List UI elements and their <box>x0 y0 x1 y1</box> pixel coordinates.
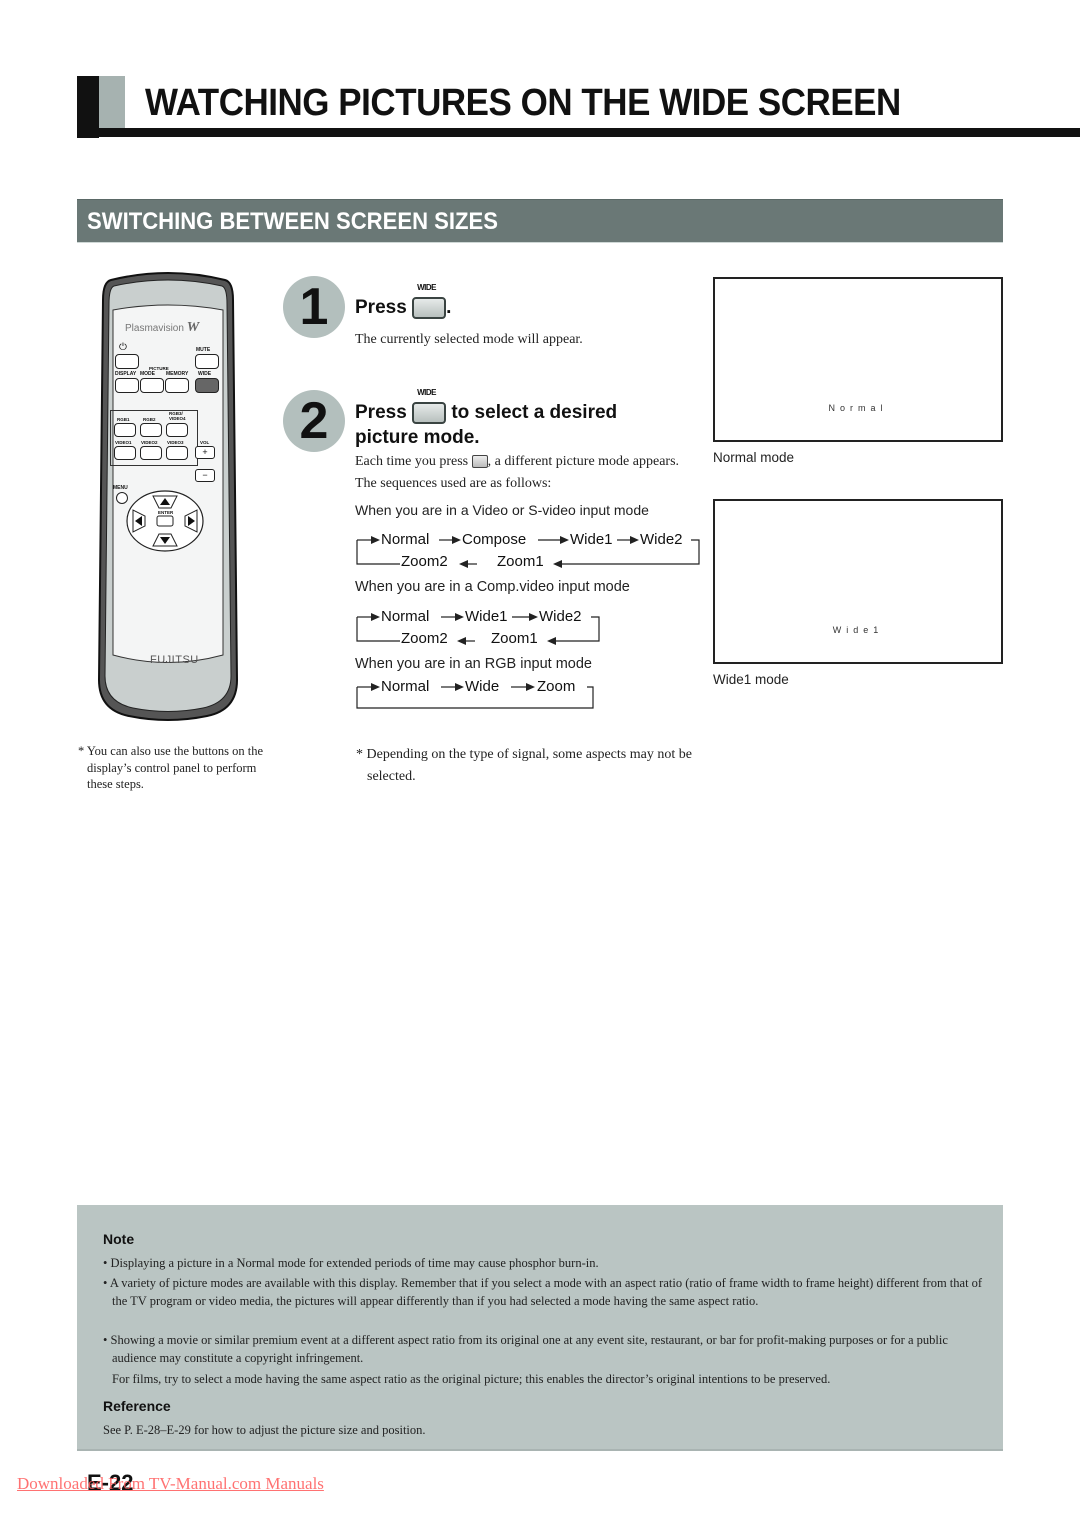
mode-wide1: Wide1 <box>465 608 508 625</box>
mode-zoom2: Zoom2 <box>401 630 448 647</box>
mode-normal: Normal <box>381 531 430 548</box>
step-2-number: 2 <box>283 390 345 452</box>
video1-button[interactable] <box>114 446 136 460</box>
mute-label: MUTE <box>196 347 211 353</box>
picture-mode-button[interactable] <box>140 378 164 393</box>
section-header: SWITCHING BETWEEN SCREEN SIZES <box>77 199 1003 243</box>
note-bullet: • Showing a movie or similar premium eve… <box>103 1333 948 1365</box>
step-1-press-text: Press <box>355 297 407 319</box>
note-bullet: • Displaying a picture in a Normal mode … <box>103 1256 599 1270</box>
rgb2-label: RGB2 <box>143 417 156 422</box>
mode-zoom1: Zoom1 <box>497 553 544 570</box>
mute-button[interactable] <box>195 354 219 369</box>
sequence-1-diagram: Normal Compose Wide1 Wide2 Zoom2 Zoom1 <box>355 530 705 572</box>
rgb2-button[interactable] <box>140 423 162 437</box>
video1-label: VIDEO1 <box>115 440 132 445</box>
title-underline <box>77 128 1080 137</box>
sequence-footnote: * Depending on the type of signal, some … <box>356 747 692 784</box>
mode-wide: Wide <box>465 678 500 695</box>
wide-button-highlighted[interactable] <box>195 378 219 393</box>
page-title-bar: WATCHING PICTURES ON THE WIDE SCREEN <box>77 76 1080 138</box>
step-2-body: Each time you press , a different pictur… <box>355 454 680 491</box>
mode-zoom1: Zoom1 <box>491 630 538 647</box>
power-icon: ⏻ <box>119 342 127 353</box>
step-1-heading: Press WIDE. <box>355 283 452 319</box>
sequence-2-label: When you are in a Comp.video input mode <box>355 579 630 595</box>
picture-memory-button[interactable] <box>165 378 189 393</box>
volume-up-button[interactable]: + <box>195 446 215 459</box>
mode-zoom2: Zoom2 <box>401 553 448 570</box>
step-2-heading-line2: picture mode. <box>355 427 480 448</box>
reference-text: See P. E-28–E-29 for how to adjust the p… <box>103 1423 426 1437</box>
section-title: SWITCHING BETWEEN SCREEN SIZES <box>87 208 498 235</box>
display-button[interactable] <box>115 378 139 393</box>
wide-button-small-icon <box>471 455 488 469</box>
step-1-number: 1 <box>283 276 345 338</box>
remote-brand-bottom: FUJITSU <box>150 654 199 666</box>
watermark-link[interactable]: Downloaded From TV-Manual.com Manuals <box>17 1474 324 1494</box>
video3-button[interactable] <box>166 446 188 460</box>
mode-wide1: Wide1 <box>570 531 613 548</box>
mode-label: MODE <box>140 371 155 377</box>
video2-button[interactable] <box>140 446 162 460</box>
volume-down-button[interactable]: − <box>195 469 215 482</box>
enter-label: ENTER <box>158 510 174 515</box>
video2-label: VIDEO2 <box>141 440 158 445</box>
step-1-body: The currently selected mode will appear. <box>355 332 583 347</box>
normal-mode-preview: Normal <box>713 277 1003 442</box>
vol-label: VOL <box>200 440 210 445</box>
note-bullet: • A variety of picture modes are availab… <box>103 1276 983 1308</box>
mode-wide2: Wide2 <box>640 531 683 548</box>
wide-label: WIDE <box>198 371 212 377</box>
sequence-2-diagram: Normal Wide1 Wide2 Zoom2 Zoom1 <box>355 607 705 649</box>
reference-heading: Reference <box>103 1398 171 1414</box>
mode-normal: Normal <box>381 608 430 625</box>
page-title: WATCHING PICTURES ON THE WIDE SCREEN <box>145 82 901 124</box>
mode-wide2: Wide2 <box>539 608 582 625</box>
wide-button-icon: WIDE <box>412 283 447 319</box>
mode-normal: Normal <box>381 678 430 695</box>
preview-screen-text: Normal <box>828 403 888 413</box>
rgb1-button[interactable] <box>114 423 136 437</box>
wide1-mode-preview: Wide1 <box>713 499 1003 664</box>
step-2-heading: Press WIDE to select a desired <box>355 388 618 424</box>
sequence-3-diagram: Normal Wide Zoom <box>355 677 705 711</box>
title-accent-grey <box>99 76 125 128</box>
memory-label: MEMORY <box>166 371 189 377</box>
note-extra: For films, try to select a mode having t… <box>112 1372 831 1386</box>
wide1-mode-caption: Wide1 mode <box>713 672 789 687</box>
display-label: DISPLAY <box>115 371 137 377</box>
sequence-3-label: When you are in an RGB input mode <box>355 656 592 672</box>
remote-control-illustration: Plasmavision W ⏻ MUTE DISPLAY PICTURE MO… <box>97 270 239 722</box>
note-heading: Note <box>103 1231 135 1247</box>
preview-screen-text: Wide1 <box>832 625 884 635</box>
rgb3-video4-label: RGB3/ VIDEO4 <box>169 411 186 421</box>
mode-zoom: Zoom <box>537 678 576 695</box>
sequence-1-label: When you are in a Video or S-video input… <box>355 502 649 518</box>
remote-brand: Plasmavision W <box>125 320 200 335</box>
wide-button-icon: WIDE <box>412 388 447 424</box>
normal-mode-caption: Normal mode <box>713 450 795 465</box>
rgb1-label: RGB1 <box>117 417 130 422</box>
remote-footnote: * You can also use the buttons on the di… <box>78 744 264 791</box>
mode-compose: Compose <box>462 531 527 548</box>
power-button[interactable] <box>115 354 139 369</box>
video3-label: VIDEO3 <box>167 440 184 445</box>
direction-pad[interactable] <box>119 488 207 554</box>
note-box: Note • Displaying a picture in a Normal … <box>77 1205 1003 1451</box>
rgb3-video4-button[interactable] <box>166 423 188 437</box>
